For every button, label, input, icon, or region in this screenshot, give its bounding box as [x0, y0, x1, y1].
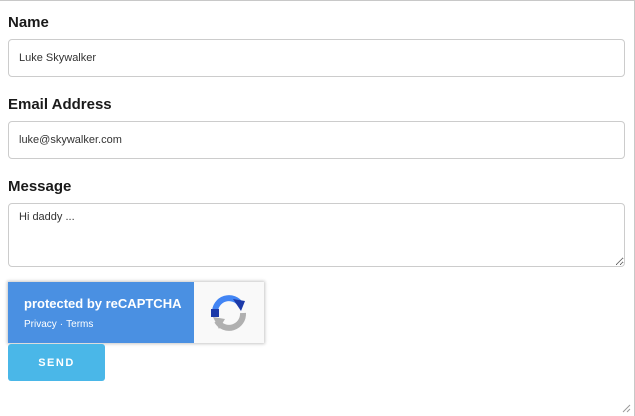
message-textarea[interactable]: Hi daddy ...	[8, 203, 625, 267]
recaptcha-links: Privacy · Terms	[24, 319, 194, 330]
recaptcha-badge: protected by reCAPTCHA Privacy · Terms	[8, 282, 264, 343]
send-button[interactable]: SEND	[8, 344, 105, 381]
email-label: Email Address	[8, 96, 112, 113]
email-input[interactable]	[8, 121, 625, 159]
resize-handle-icon	[622, 404, 631, 413]
name-label: Name	[8, 14, 49, 31]
recaptcha-link-separator: ·	[59, 319, 64, 330]
terms-link[interactable]: Terms	[66, 319, 93, 330]
recaptcha-logo-area	[194, 282, 264, 343]
privacy-link[interactable]: Privacy	[24, 319, 57, 330]
recaptcha-info: protected by reCAPTCHA Privacy · Terms	[8, 282, 194, 343]
recaptcha-logo-icon	[211, 294, 246, 331]
message-label: Message	[8, 178, 72, 195]
recaptcha-title: protected by reCAPTCHA	[24, 296, 182, 311]
name-input[interactable]	[8, 39, 625, 77]
